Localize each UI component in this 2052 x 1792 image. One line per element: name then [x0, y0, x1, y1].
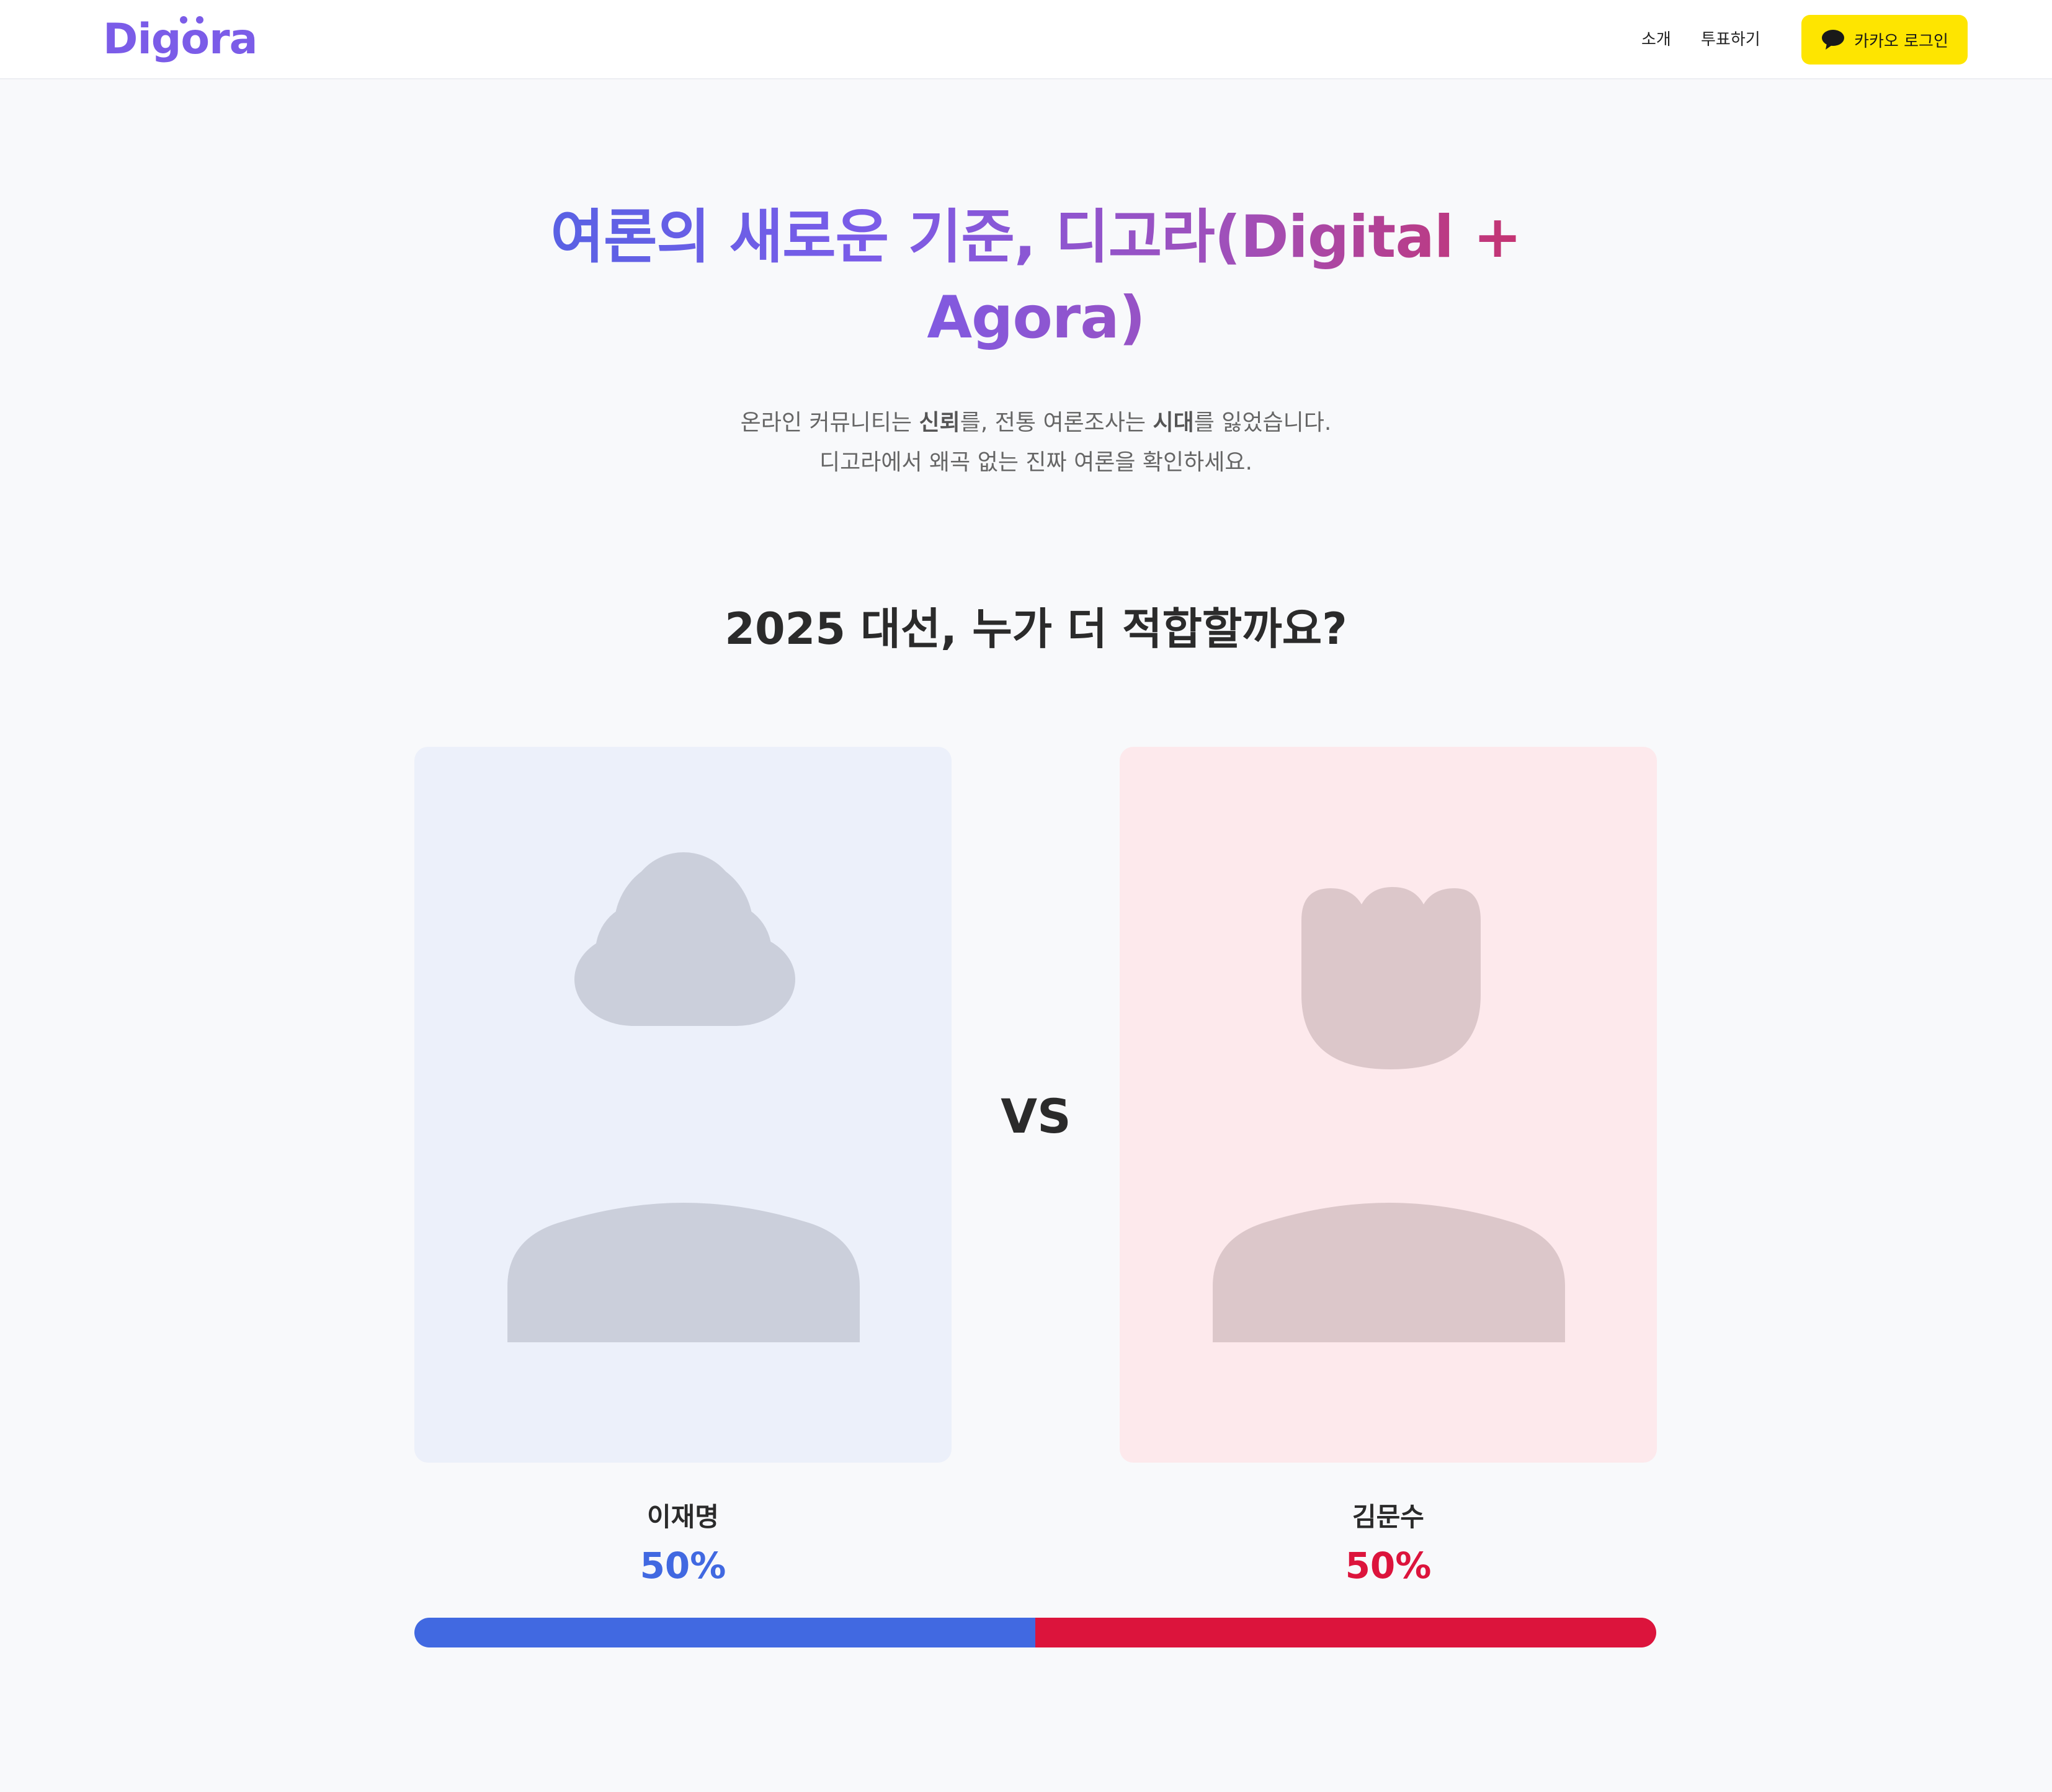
candidate-card-right[interactable] — [1120, 747, 1657, 1463]
subtitle-emphasis-era: 시대 — [1153, 410, 1194, 435]
top-navbar: Digora 소개 투표하기 카카오 로그인 — [0, 0, 2052, 79]
candidate-percent-left: 50% — [640, 1545, 726, 1587]
candidate-name-left: 이재명 — [647, 1502, 719, 1532]
candidate-name-right: 김문수 — [1352, 1502, 1424, 1532]
person-silhouette-icon — [507, 852, 860, 1342]
vote-share-right — [1035, 1618, 1656, 1647]
vote-share-bar — [414, 1618, 1656, 1647]
subtitle-emphasis-trust: 신뢰 — [919, 410, 960, 435]
subtitle-text: 를, 전통 여론조사는 — [960, 410, 1153, 435]
candidate-percent-right: 50% — [1345, 1545, 1432, 1587]
digora-logo[interactable]: Digora — [103, 11, 258, 68]
hero-subtitle-line-2: 디고라에서 왜곡 없는 진짜 여론을 확인하세요. — [819, 450, 1252, 475]
vs-label: VS — [1001, 1089, 1071, 1144]
logo-dot — [196, 16, 203, 24]
subtitle-text: 를 잃었습니다. — [1193, 410, 1332, 435]
hero-title: 여론의 새로운 기준, 디고라(Digital + Agora) — [0, 197, 2052, 359]
logo-dot — [180, 16, 187, 24]
vote-share-left — [414, 1618, 1035, 1647]
subtitle-text: 온라인 커뮤니티는 — [740, 410, 919, 435]
poll-question: 2025 대선, 누가 더 적합할까요? — [725, 604, 1347, 654]
nav-vote-link[interactable]: 투표하기 — [1701, 27, 1760, 52]
nav-about-link[interactable]: 소개 — [1641, 27, 1671, 52]
kakao-login-button[interactable]: 카카오 로그인 — [1801, 15, 1968, 65]
candidate-card-left[interactable] — [414, 747, 952, 1463]
hero-subtitle-line-1: 온라인 커뮤니티는 신뢰를, 전통 여론조사는 시대를 잃었습니다. — [0, 404, 2052, 442]
kakao-login-label: 카카오 로그인 — [1854, 32, 1948, 51]
person-silhouette-icon — [1213, 887, 1565, 1342]
speech-bubble-icon — [1822, 30, 1845, 50]
logo-text: Digora — [103, 15, 258, 64]
